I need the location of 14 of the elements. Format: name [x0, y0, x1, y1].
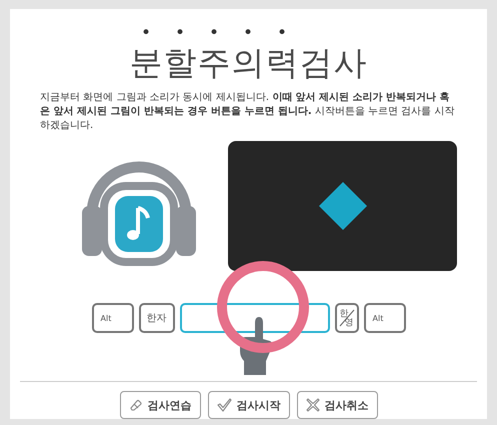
close-icon	[306, 398, 320, 412]
keyboard-key[interactable]: Alt	[92, 303, 134, 333]
instructions-text: 지금부터 화면에 그림과 소리가 동시에 제시됩니다. 이때 앞서 제시된 소리가 반복되거나 혹은 앞서 제시된 그림이 반복되는 경우 버튼을 누르면 됩니다. 시작버튼을 누르면 검사를 시작하겠습니다.	[40, 91, 456, 133]
eraser-icon	[128, 398, 142, 412]
check-icon	[216, 398, 232, 412]
keyboard-key[interactable]: 한자	[138, 303, 174, 333]
practice-button[interactable]: 검사연습	[120, 391, 200, 419]
cancel-button[interactable]: 검사취소	[296, 391, 378, 419]
page-title: 분할주의력 검사	[130, 42, 368, 84]
start-button[interactable]: 검사시작	[208, 391, 290, 419]
pointing-hand-icon	[240, 317, 274, 375]
language-toggle-key[interactable]: 한 영	[334, 303, 358, 333]
keyboard-key[interactable]: Alt	[364, 303, 406, 333]
diamond-icon	[318, 181, 368, 231]
